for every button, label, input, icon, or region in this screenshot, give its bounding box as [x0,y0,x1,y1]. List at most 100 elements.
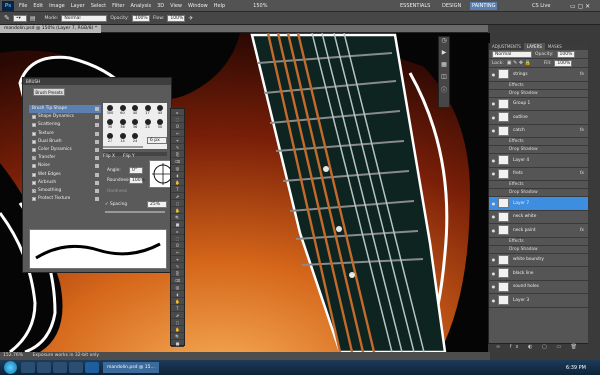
lock-icon[interactable] [95,123,99,128]
size-slider[interactable] [103,146,143,148]
brush-tip[interactable]: 36 [117,119,129,129]
layer-row[interactable]: ● Layer 4 [489,154,588,168]
layer-effect-row[interactable]: Effects [489,138,588,146]
menu-file[interactable]: File [16,3,30,9]
path-selection-tool-icon[interactable]: ⬈ [171,312,184,319]
brush-tip[interactable]: 14 [117,133,129,143]
dodge-tool-icon[interactable]: ◖ [171,172,184,179]
lock-icon[interactable] [95,197,99,202]
layer-row[interactable]: ● neck paint fx [489,224,588,238]
zoom-tool-icon[interactable]: 🔍 [171,214,184,221]
brush-preset-picker[interactable]: •▾ [12,14,27,22]
lasso-tool-icon[interactable]: ʘ [171,242,184,249]
shape-tool-icon[interactable]: ◻ [171,200,184,207]
dodge-tool-icon[interactable]: ◖ [171,291,184,298]
menu-view[interactable]: View [167,3,185,9]
visibility-eye-icon[interactable]: ● [489,101,498,106]
zoom-readout[interactable]: 152.76% [3,353,23,358]
layer-effect-row[interactable]: Effects [489,82,588,90]
taskbar-app-icon[interactable] [69,362,83,373]
brush-setting-checkbox[interactable]: ✓ [32,156,36,161]
tab-layers[interactable]: LAYERS [523,43,545,50]
cs-live-button[interactable]: CS Live [530,2,552,10]
flip-y-checkbox[interactable]: Flip Y [123,154,135,159]
layer-effect-row[interactable]: Effects [489,181,588,189]
brush-tip[interactable]: 45 [154,105,166,115]
brush-setting-item[interactable]: Texture [29,130,101,138]
layer-row[interactable]: ● Layer 7 [489,197,588,211]
layer-effect-row[interactable]: Drop Shadow [489,146,588,154]
angle-field[interactable]: 0° [129,167,143,174]
brush-tip[interactable]: 60 [117,105,129,115]
type-tool-icon[interactable]: T [171,186,184,193]
lock-icons[interactable]: ▣ ✎ ✥ 🔒 [507,60,531,66]
taskbar-explorer-icon[interactable] [37,362,51,373]
visibility-eye-icon[interactable]: ● [489,72,498,77]
brush-tool-icon[interactable]: ✎ [171,263,184,270]
brush-tip[interactable]: 24 [129,133,141,143]
navigator-icon[interactable]: ◫ [439,73,449,85]
visibility-eye-icon[interactable]: ● [489,284,498,289]
brush-setting-checkbox[interactable] [32,172,36,177]
marquee-tool-icon[interactable]: ⬚ [171,116,184,123]
visibility-eye-icon[interactable]: ● [489,228,498,233]
layer-row[interactable]: ● strings fx [489,68,588,82]
layer-row[interactable]: ● sound holes [489,281,588,294]
history-icon[interactable]: ◷ [439,37,449,49]
layer-row[interactable]: ● neck white [489,211,588,224]
layer-row[interactable]: ● Group 1 [489,98,588,111]
brush-tip[interactable]: 17 [142,105,154,115]
layer-effect-row[interactable]: Drop Shadow [489,90,588,98]
layer-row[interactable]: ● catch fx [489,125,588,138]
layer-effect-row[interactable]: Effects [489,238,588,246]
brush-panel-toggle-icon[interactable]: ▤ [30,15,36,22]
menu-window[interactable]: Window [185,3,211,9]
visibility-eye-icon[interactable]: ● [489,171,498,176]
lock-icon[interactable] [95,148,99,153]
visibility-eye-icon[interactable]: ● [489,115,498,120]
taskbar-photoshop-task[interactable]: mandolin.psd @ 15... [103,362,159,373]
layer-row[interactable]: ● frets fx [489,168,588,181]
brush-setting-checkbox[interactable] [32,197,36,202]
eraser-tool-icon[interactable]: ⌫ [171,158,184,165]
brush-panel-header[interactable]: BRUSH [23,78,171,85]
eyedropper-tool-icon[interactable]: ⌖ [171,137,184,144]
visibility-eye-icon[interactable]: ● [489,257,498,262]
taskbar-photoshop-icon[interactable] [85,362,99,373]
hand-tool-icon[interactable]: ✋ [171,326,184,333]
crop-tool-icon[interactable]: ✂ [171,249,184,256]
document-tab[interactable]: mandolin.psd @ 150% (Layer 7, RGB/8) * [0,25,102,33]
layer-row[interactable]: ● black line [489,267,588,281]
workspace-painting[interactable]: PAINTING [470,2,498,10]
visibility-eye-icon[interactable]: ● [489,271,498,276]
taskbar-media-icon[interactable] [53,362,67,373]
brush-setting-item[interactable]: Airbrush [29,179,101,187]
brush-tip[interactable]: 300 [104,105,116,115]
brush-setting-item[interactable]: Brush Tip Shape [29,105,101,114]
menu-filter[interactable]: Filter [109,3,127,9]
color-swatch-tool-icon[interactable]: ■ [171,221,184,228]
spacing-field[interactable]: 25% [147,201,167,208]
lock-icon[interactable] [95,131,99,136]
brush-tip[interactable]: 36 [129,119,141,129]
menu-help[interactable]: Help [211,3,228,9]
taskbar-ie-icon[interactable] [21,362,35,373]
layer-fx-badge[interactable]: fx [580,72,584,77]
move-tool-icon[interactable]: ▸ [171,109,184,116]
visibility-eye-icon[interactable]: ● [489,128,498,133]
workspace-design[interactable]: DESIGN [440,2,463,10]
brush-setting-checkbox[interactable] [32,180,36,185]
gradient-tool-icon[interactable]: ▥ [171,165,184,172]
brush-setting-checkbox[interactable] [32,123,36,128]
roundness-field[interactable]: 100% [129,177,145,184]
brush-setting-item[interactable]: ✓ Transfer [29,154,101,162]
lock-icon[interactable] [95,139,99,144]
airbrush-icon[interactable]: ✈ [188,15,193,22]
lock-icon[interactable] [95,172,99,177]
layer-row[interactable]: ● white boundry [489,254,588,267]
tab-masks[interactable]: MASKS [545,43,565,50]
gradient-tool-icon[interactable]: ▥ [171,284,184,291]
smudge-tool-icon[interactable]: ✋ [171,298,184,305]
menu-analysis[interactable]: Analysis [128,3,155,9]
brush-setting-checkbox[interactable]: ✓ [32,188,36,193]
